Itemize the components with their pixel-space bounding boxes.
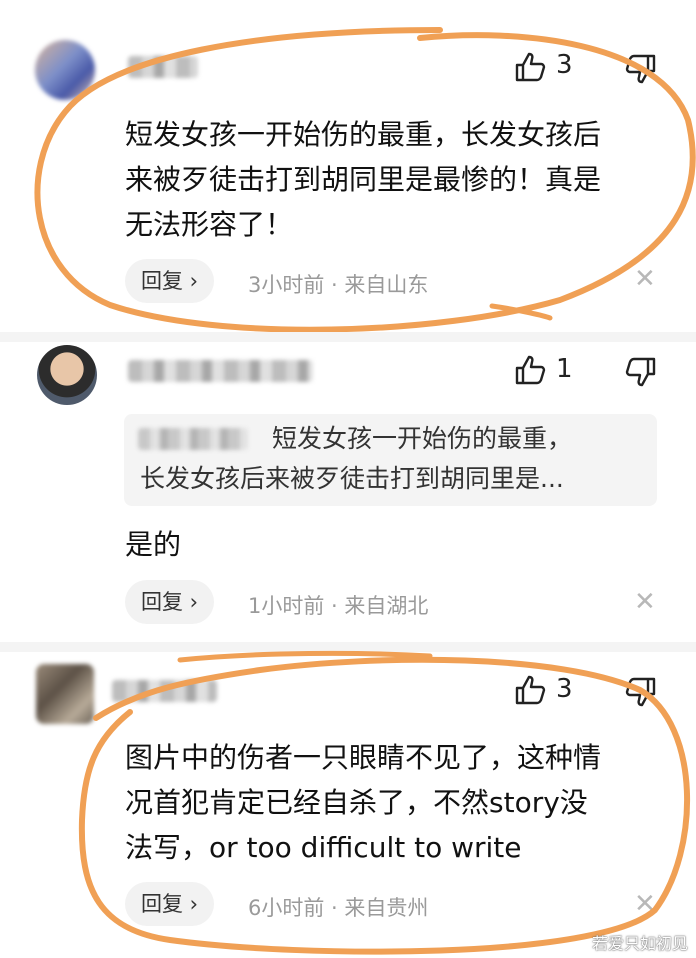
like-count: 1	[556, 354, 573, 384]
divider	[0, 332, 696, 342]
highlight-circle	[34, 27, 696, 333]
thumbs-down-icon[interactable]	[624, 357, 656, 387]
comment-text-line: 是的	[125, 528, 182, 561]
watermark: 若爱只如初见	[591, 934, 688, 953]
reply-button[interactable]: 回复 ›	[125, 580, 215, 624]
close-icon[interactable]: ✕	[634, 587, 656, 617]
username-blurred[interactable]	[128, 360, 313, 382]
quoted-username-blurred	[138, 428, 248, 450]
quoted-comment[interactable]: 短发女孩一开始伤的最重， 长发女孩后来被歹徒击打到胡同里是...	[124, 414, 657, 506]
quoted-text-line: 长发女孩后来被歹徒击打到胡同里是...	[140, 464, 564, 493]
comment-text: 是的	[125, 522, 181, 567]
quoted-text-line: 短发女孩一开始伤的最重，	[272, 424, 573, 453]
avatar[interactable]	[37, 345, 97, 405]
comment-meta: 1小时前 · 来自湖北	[248, 594, 429, 618]
highlight-circle	[78, 650, 691, 955]
thumbs-up-icon[interactable]	[515, 355, 547, 385]
